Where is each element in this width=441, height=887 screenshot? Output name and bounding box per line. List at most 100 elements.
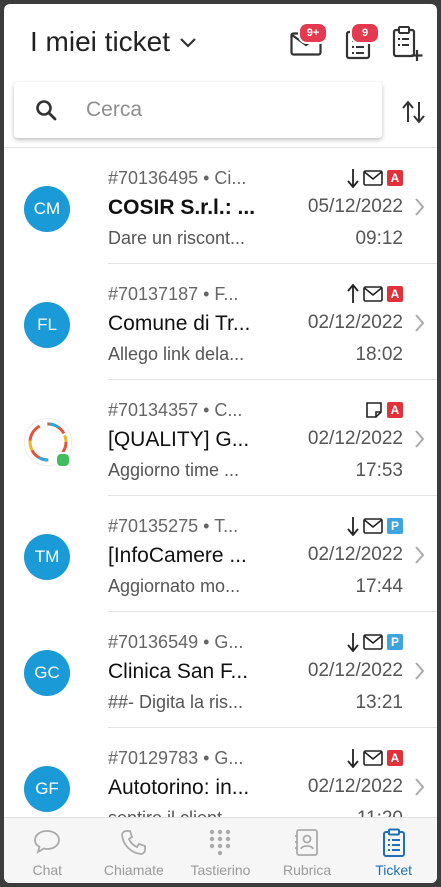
assigned-list-button[interactable]: 9 bbox=[340, 22, 380, 62]
tab-label: Chat bbox=[32, 862, 63, 878]
ticket-row[interactable]: CM #70136495 • Ci... COSIR S.r.l.: ... Dare… bbox=[4, 148, 437, 264]
chevron-right-icon bbox=[415, 776, 425, 802]
avatar: GF bbox=[24, 766, 70, 812]
ticket-preview: Allego link dela... bbox=[108, 344, 245, 364]
ticket-row[interactable]: GC #70136549 • G... Clinica San F... ##- Di… bbox=[4, 612, 437, 728]
app-screen: I miei ticket 9+ 9 CM #70136495 • Ci... CO… bbox=[4, 4, 437, 883]
list-count-badge: 9 bbox=[350, 22, 380, 44]
mail-inbox-button[interactable]: 9+ bbox=[288, 22, 328, 62]
chevron-right-icon bbox=[415, 546, 425, 564]
tab-label: Tastierino bbox=[190, 862, 251, 878]
ticket-row[interactable]: TM #70135275 • T... [InfoCamere ... Aggiorn… bbox=[4, 496, 437, 612]
avatar: TM bbox=[24, 534, 70, 580]
ticket-subject: Comune di Tr... bbox=[108, 312, 251, 335]
ticket-meta: #70135275 • T... bbox=[108, 516, 239, 536]
ticket-list-icon bbox=[382, 828, 405, 857]
tab-rubrica[interactable]: Rubrica bbox=[264, 818, 351, 883]
ticket-subject: COSIR S.r.l.: ... bbox=[108, 196, 256, 219]
clipboard-add-icon bbox=[392, 26, 423, 61]
avatar: CM bbox=[24, 186, 70, 232]
ticket-meta: #70136549 • G... bbox=[108, 632, 244, 652]
ticket-time: 17:44 bbox=[355, 576, 403, 597]
chevron-right-icon bbox=[415, 196, 425, 222]
ticket-time: 13:21 bbox=[355, 692, 403, 713]
arrow-down-icon bbox=[347, 517, 359, 536]
ticket-subject: Clinica San F... bbox=[108, 660, 249, 683]
mail-icon bbox=[363, 170, 383, 186]
chevron-right-icon bbox=[415, 198, 425, 216]
ticket-status-icons: A bbox=[365, 400, 403, 420]
tab-chiamate[interactable]: Chiamate bbox=[91, 818, 178, 883]
phone-icon bbox=[120, 830, 146, 855]
ticket-subject: Autotorino: in... bbox=[108, 776, 250, 799]
ticket-date: 02/12/2022 bbox=[307, 428, 403, 449]
arrow-down-icon bbox=[347, 169, 359, 188]
tab-label: Rubrica bbox=[282, 862, 332, 878]
mail-icon bbox=[363, 634, 383, 650]
priority-badge: P bbox=[387, 518, 403, 534]
ticket-preview: Aggiorno time ... bbox=[108, 460, 240, 480]
new-ticket-button[interactable] bbox=[390, 26, 426, 62]
tab-tastierino[interactable]: Tastierino bbox=[177, 818, 264, 883]
chevron-right-icon bbox=[415, 778, 425, 796]
ticket-status-icons: P bbox=[347, 516, 403, 536]
bottom-tab-bar: Chat Chiamate Tastierino Rubrica Ticket bbox=[4, 817, 437, 883]
ticket-row[interactable]: GF #70129783 • G... Autotorino: in... senti… bbox=[4, 728, 437, 818]
chevron-right-icon bbox=[415, 430, 425, 448]
online-status-dot bbox=[55, 452, 71, 468]
ticket-status-icons: A bbox=[347, 284, 403, 304]
ticket-date: 02/12/2022 bbox=[307, 660, 403, 681]
arrow-down-icon bbox=[347, 633, 359, 652]
ticket-list[interactable]: CM #70136495 • Ci... COSIR S.r.l.: ... Dare… bbox=[4, 147, 437, 818]
tab-chat[interactable]: Chat bbox=[4, 818, 91, 883]
arrow-down-icon bbox=[347, 749, 359, 768]
tab-ticket[interactable]: Ticket bbox=[350, 818, 437, 883]
ticket-date: 02/12/2022 bbox=[307, 776, 403, 797]
priority-badge: A bbox=[387, 286, 403, 302]
mail-icon bbox=[363, 286, 383, 302]
priority-badge: A bbox=[387, 170, 403, 186]
page-title: I miei ticket bbox=[30, 26, 171, 57]
ticket-subject: [InfoCamere ... bbox=[108, 544, 247, 567]
mail-icon bbox=[363, 518, 383, 534]
sort-icon[interactable] bbox=[400, 98, 428, 126]
ticket-status-icons: A bbox=[347, 748, 403, 768]
chevron-right-icon bbox=[415, 662, 425, 680]
header: I miei ticket 9+ 9 bbox=[4, 4, 437, 82]
ticket-status-icons: P bbox=[347, 632, 403, 652]
mail-icon bbox=[363, 750, 383, 766]
ticket-row[interactable]: #70134357 • C... [QUALITY] G... Aggiorno t… bbox=[4, 380, 437, 496]
ticket-date: 05/12/2022 bbox=[307, 196, 403, 217]
chat-bubble-icon bbox=[34, 830, 61, 854]
priority-badge: A bbox=[387, 750, 403, 766]
priority-badge: P bbox=[387, 634, 403, 650]
chevron-right-icon bbox=[415, 314, 425, 332]
note-icon bbox=[366, 402, 382, 418]
ticket-status-icons: A bbox=[347, 168, 403, 188]
tab-label: Chiamate bbox=[103, 862, 164, 878]
ticket-meta: #70134357 • C... bbox=[108, 400, 243, 420]
ticket-meta: #70129783 • G... bbox=[108, 748, 244, 768]
ticket-preview: Aggiornato mo... bbox=[108, 576, 241, 596]
priority-badge: A bbox=[387, 402, 403, 418]
ticket-row[interactable]: FL #70137187 • F... Comune di Tr... Allego … bbox=[4, 264, 437, 380]
ticket-subject: [QUALITY] G... bbox=[108, 428, 250, 451]
keypad-icon bbox=[210, 829, 231, 856]
mail-count-badge: 9+ bbox=[298, 22, 328, 44]
search-bar[interactable] bbox=[14, 82, 382, 138]
ticket-date: 02/12/2022 bbox=[307, 312, 403, 333]
chevron-right-icon bbox=[415, 544, 425, 570]
avatar: FL bbox=[24, 302, 70, 348]
ticket-filter-dropdown[interactable]: I miei ticket bbox=[30, 26, 196, 58]
ticket-meta: #70137187 • F... bbox=[108, 284, 239, 304]
ticket-time: 18:02 bbox=[355, 344, 403, 365]
tab-label: Ticket bbox=[375, 862, 413, 878]
ticket-meta: #70136495 • Ci... bbox=[108, 168, 247, 188]
chevron-right-icon bbox=[415, 660, 425, 686]
ticket-time: 09:12 bbox=[355, 228, 403, 249]
search-icon bbox=[36, 100, 57, 121]
ticket-time: 17:53 bbox=[355, 460, 403, 481]
chevron-down-icon bbox=[180, 38, 196, 48]
search-input[interactable] bbox=[84, 97, 348, 123]
contacts-icon bbox=[295, 829, 318, 856]
